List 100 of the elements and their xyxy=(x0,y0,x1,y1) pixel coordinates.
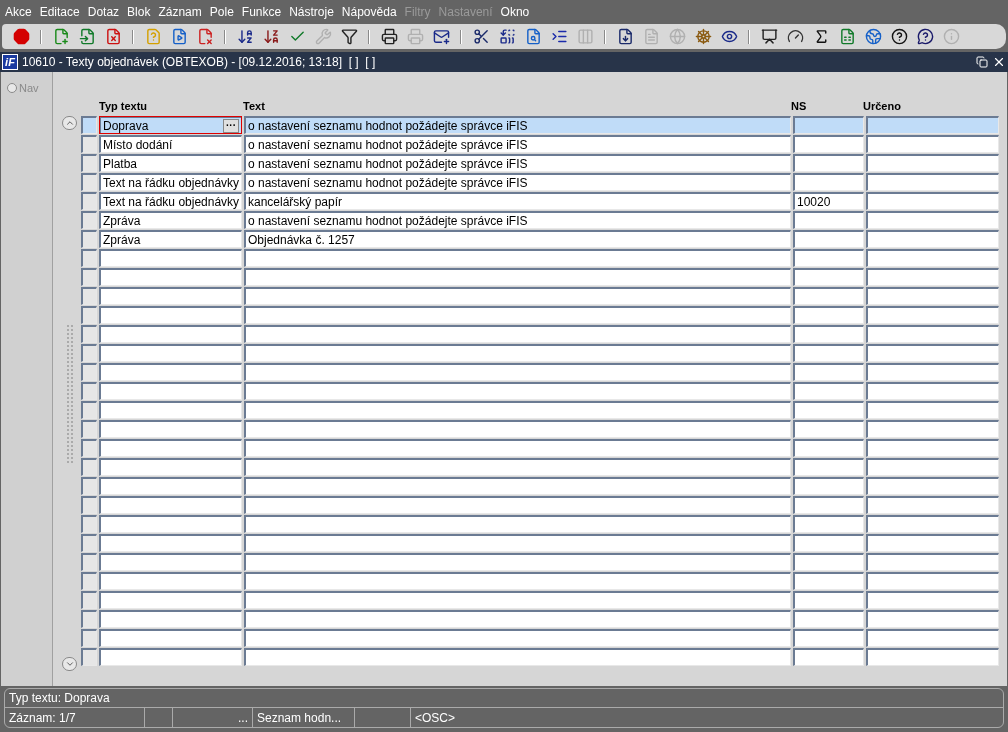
row-selector[interactable] xyxy=(81,553,97,571)
assigned-field[interactable] xyxy=(866,496,999,514)
text-field[interactable] xyxy=(244,344,791,362)
row-selector[interactable] xyxy=(81,610,97,628)
ns-field[interactable] xyxy=(793,173,864,191)
text-field[interactable] xyxy=(244,591,791,609)
type-field[interactable] xyxy=(99,420,242,438)
restore-icon[interactable] xyxy=(976,56,988,68)
row-selector[interactable] xyxy=(81,287,97,305)
assigned-field[interactable] xyxy=(866,173,999,191)
assigned-field[interactable] xyxy=(866,211,999,229)
menu-item[interactable]: Okno xyxy=(497,3,533,21)
text-field[interactable] xyxy=(244,306,791,324)
row-selector[interactable] xyxy=(81,211,97,229)
assigned-field[interactable] xyxy=(866,591,999,609)
ns-field[interactable] xyxy=(793,116,864,134)
text-field[interactable] xyxy=(244,382,791,400)
row-selector[interactable] xyxy=(81,116,97,134)
ns-field[interactable] xyxy=(793,591,864,609)
menu-item[interactable]: Pole xyxy=(206,3,237,21)
type-field[interactable]: Zpráva xyxy=(99,211,242,229)
row-selector[interactable] xyxy=(81,648,97,666)
row-selector[interactable] xyxy=(81,401,97,419)
type-field[interactable]: Místo dodání xyxy=(99,135,242,153)
ns-field[interactable] xyxy=(793,515,864,533)
assigned-field[interactable] xyxy=(866,477,999,495)
row-selector[interactable] xyxy=(81,439,97,457)
type-field[interactable] xyxy=(99,401,242,419)
menu-item[interactable]: Editace xyxy=(36,3,83,21)
type-field[interactable] xyxy=(99,648,242,666)
assigned-field[interactable] xyxy=(866,553,999,571)
assigned-field[interactable] xyxy=(866,344,999,362)
text-field[interactable] xyxy=(244,249,791,267)
menu-item[interactable]: Funkce xyxy=(238,3,285,21)
type-field[interactable] xyxy=(99,249,242,267)
text-field[interactable] xyxy=(244,629,791,647)
row-selector[interactable] xyxy=(81,192,97,210)
ns-field[interactable] xyxy=(793,344,864,362)
text-field[interactable]: o nastavení seznamu hodnot požádejte správce iFIS xyxy=(244,154,791,172)
assigned-field[interactable] xyxy=(866,325,999,343)
ns-field[interactable] xyxy=(793,363,864,381)
ns-field[interactable] xyxy=(793,306,864,324)
assigned-field[interactable] xyxy=(866,382,999,400)
type-field[interactable] xyxy=(99,496,242,514)
text-field[interactable] xyxy=(244,610,791,628)
assigned-field[interactable] xyxy=(866,135,999,153)
text-field[interactable] xyxy=(244,534,791,552)
menu-item[interactable]: Záznam xyxy=(155,3,205,21)
row-selector[interactable] xyxy=(81,515,97,533)
ns-field[interactable] xyxy=(793,249,864,267)
type-field[interactable] xyxy=(99,325,242,343)
text-field[interactable] xyxy=(244,439,791,457)
ns-field[interactable] xyxy=(793,154,864,172)
ns-field[interactable] xyxy=(793,287,864,305)
assigned-field[interactable] xyxy=(866,287,999,305)
menu-item[interactable]: Akce xyxy=(2,3,35,21)
text-field[interactable] xyxy=(244,477,791,495)
type-field[interactable] xyxy=(99,534,242,552)
text-field[interactable]: Objednávka č. 1257 xyxy=(244,230,791,248)
assigned-field[interactable] xyxy=(866,572,999,590)
row-selector[interactable] xyxy=(81,591,97,609)
row-selector[interactable] xyxy=(81,154,97,172)
row-selector[interactable] xyxy=(81,629,97,647)
row-selector[interactable] xyxy=(81,325,97,343)
type-field[interactable] xyxy=(99,515,242,533)
assigned-field[interactable] xyxy=(866,249,999,267)
ns-field[interactable] xyxy=(793,648,864,666)
ns-field[interactable] xyxy=(793,135,864,153)
ns-field[interactable] xyxy=(793,477,864,495)
row-selector[interactable] xyxy=(81,382,97,400)
row-selector[interactable] xyxy=(81,135,97,153)
text-field[interactable] xyxy=(244,496,791,514)
text-field[interactable] xyxy=(244,553,791,571)
menu-item[interactable]: Blok xyxy=(124,3,154,21)
row-selector[interactable] xyxy=(81,344,97,362)
text-field[interactable]: o nastavení seznamu hodnot požádejte správce iFIS xyxy=(244,211,791,229)
type-field[interactable] xyxy=(99,591,242,609)
type-field[interactable] xyxy=(99,572,242,590)
type-field[interactable] xyxy=(99,458,242,476)
scroll-up-icon[interactable] xyxy=(62,116,77,130)
text-field[interactable] xyxy=(244,420,791,438)
ns-field[interactable] xyxy=(793,553,864,571)
type-field[interactable] xyxy=(99,439,242,457)
type-field[interactable] xyxy=(99,382,242,400)
ns-field[interactable]: 10020 xyxy=(793,192,864,210)
type-field[interactable] xyxy=(99,306,242,324)
text-field[interactable]: o nastavení seznamu hodnot požádejte správce iFIS xyxy=(244,116,791,134)
row-selector[interactable] xyxy=(81,420,97,438)
ns-field[interactable] xyxy=(793,268,864,286)
type-field[interactable] xyxy=(99,363,242,381)
assigned-field[interactable] xyxy=(866,268,999,286)
text-field[interactable] xyxy=(244,458,791,476)
row-selector[interactable] xyxy=(81,230,97,248)
row-selector[interactable] xyxy=(81,477,97,495)
assigned-field[interactable] xyxy=(866,610,999,628)
row-selector[interactable] xyxy=(81,173,97,191)
ns-field[interactable] xyxy=(793,572,864,590)
row-selector[interactable] xyxy=(81,534,97,552)
type-field[interactable]: Text na řádku objednávky xyxy=(99,192,242,210)
row-selector[interactable] xyxy=(81,458,97,476)
